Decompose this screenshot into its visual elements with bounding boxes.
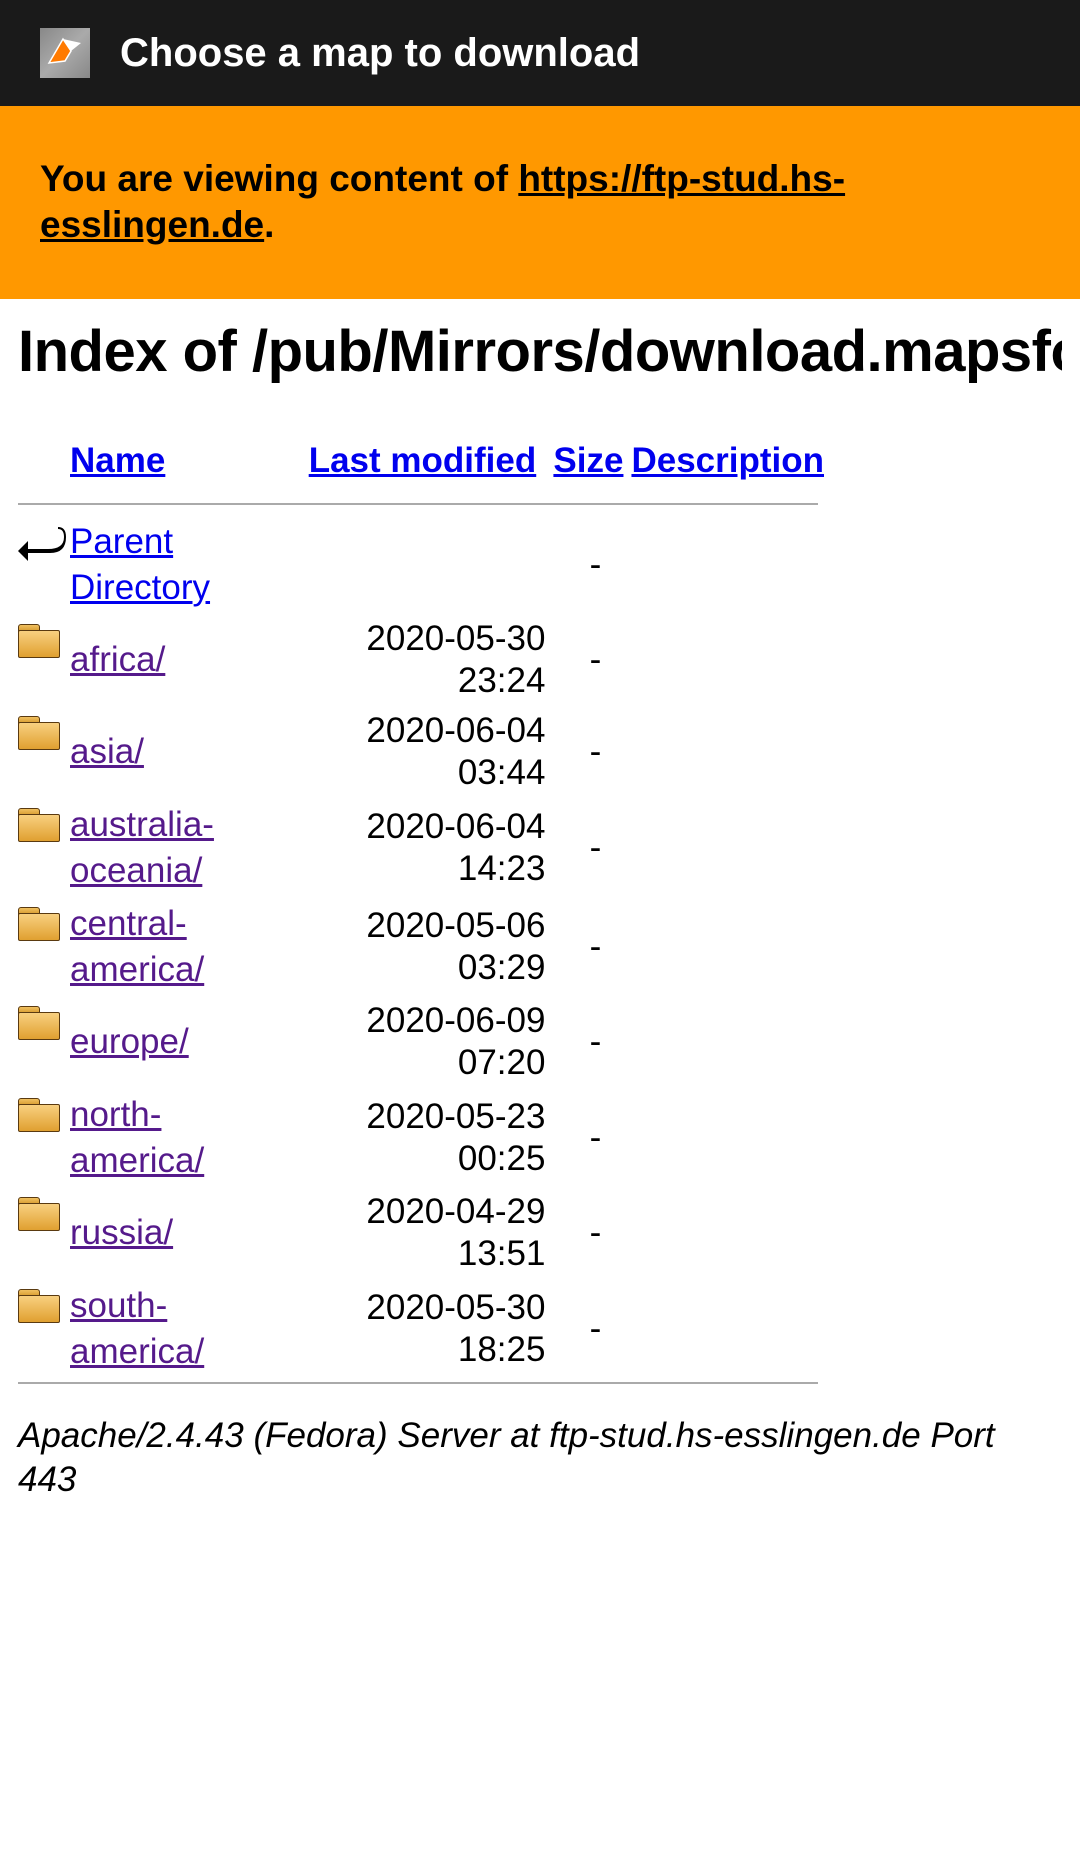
folder-icon <box>18 1187 70 1279</box>
directory-row: asia/2020-06-04 03:44- <box>18 706 828 798</box>
divider-top <box>18 503 818 505</box>
page-content: Index of /pub/Mirrors/download.mapsforge… <box>0 299 1080 1542</box>
size-cell: - <box>547 1279 627 1378</box>
last-modified-cell: 2020-06-04 14:23 <box>297 798 547 897</box>
last-modified-cell: 2020-04-29 13:51 <box>297 1187 547 1279</box>
directory-link[interactable]: europe/ <box>70 1022 189 1061</box>
description-cell <box>627 897 828 996</box>
directory-row: australia-oceania/2020-06-04 14:23- <box>18 798 828 897</box>
directory-link[interactable]: africa/ <box>70 640 165 679</box>
directory-row: europe/2020-06-09 07:20- <box>18 996 828 1088</box>
directory-row: north-america/2020-05-23 00:25- <box>18 1088 828 1187</box>
back-arrow-icon <box>18 515 70 614</box>
last-modified-cell: 2020-05-06 03:29 <box>297 897 547 996</box>
size-cell: - <box>547 996 627 1088</box>
folder-icon <box>18 614 70 706</box>
col-header-modified[interactable]: Last modified <box>297 435 547 499</box>
notice-prefix: You are viewing content of <box>40 158 518 199</box>
size-cell: - <box>547 897 627 996</box>
directory-row: central-america/2020-05-06 03:29- <box>18 897 828 996</box>
size-cell: - <box>547 614 627 706</box>
parent-size: - <box>547 515 627 614</box>
parent-directory-row: Parent Directory - <box>18 515 828 614</box>
parent-date <box>297 515 547 614</box>
col-header-name[interactable]: Name <box>70 435 297 499</box>
file-listing-table: Name Last modified Size Description Pare… <box>18 435 828 1378</box>
app-header: Choose a map to download <box>0 0 1080 106</box>
parent-directory-link[interactable]: Parent Directory <box>70 522 210 607</box>
source-notice: You are viewing content of https://ftp-s… <box>0 106 1080 299</box>
description-cell <box>627 1187 828 1279</box>
directory-link[interactable]: south-america/ <box>70 1286 204 1371</box>
directory-link[interactable]: asia/ <box>70 732 144 771</box>
folder-icon <box>18 1088 70 1187</box>
size-cell: - <box>547 1187 627 1279</box>
directory-link[interactable]: north-america/ <box>70 1095 204 1180</box>
header-title: Choose a map to download <box>120 31 640 76</box>
description-cell <box>627 1279 828 1378</box>
folder-icon <box>18 996 70 1088</box>
app-logo-icon <box>40 28 90 78</box>
directory-link[interactable]: central-america/ <box>70 904 204 989</box>
description-cell <box>627 798 828 897</box>
last-modified-cell: 2020-05-30 18:25 <box>297 1279 547 1378</box>
size-cell: - <box>547 1088 627 1187</box>
last-modified-cell: 2020-05-30 23:24 <box>297 614 547 706</box>
index-heading: Index of /pub/Mirrors/download.mapsforge… <box>18 319 1062 386</box>
col-header-description[interactable]: Description <box>627 435 828 499</box>
last-modified-cell: 2020-05-23 00:25 <box>297 1088 547 1187</box>
directory-row: africa/2020-05-30 23:24- <box>18 614 828 706</box>
size-cell: - <box>547 706 627 798</box>
directory-row: south-america/2020-05-30 18:25- <box>18 1279 828 1378</box>
folder-icon <box>18 706 70 798</box>
folder-icon <box>18 1279 70 1378</box>
size-cell: - <box>547 798 627 897</box>
notice-suffix: . <box>264 204 274 245</box>
directory-row: russia/2020-04-29 13:51- <box>18 1187 828 1279</box>
folder-icon <box>18 798 70 897</box>
last-modified-cell: 2020-06-09 07:20 <box>297 996 547 1088</box>
description-cell <box>627 996 828 1088</box>
folder-icon <box>18 897 70 996</box>
server-signature: Apache/2.4.43 (Fedora) Server at ftp-stu… <box>18 1394 1062 1542</box>
description-cell <box>627 706 828 798</box>
description-cell <box>627 614 828 706</box>
description-cell <box>627 1088 828 1187</box>
divider-bottom <box>18 1382 818 1384</box>
last-modified-cell: 2020-06-04 03:44 <box>297 706 547 798</box>
directory-link[interactable]: australia-oceania/ <box>70 805 214 890</box>
table-header-row: Name Last modified Size Description <box>18 435 828 499</box>
directory-link[interactable]: russia/ <box>70 1213 173 1252</box>
col-header-size[interactable]: Size <box>547 435 627 499</box>
